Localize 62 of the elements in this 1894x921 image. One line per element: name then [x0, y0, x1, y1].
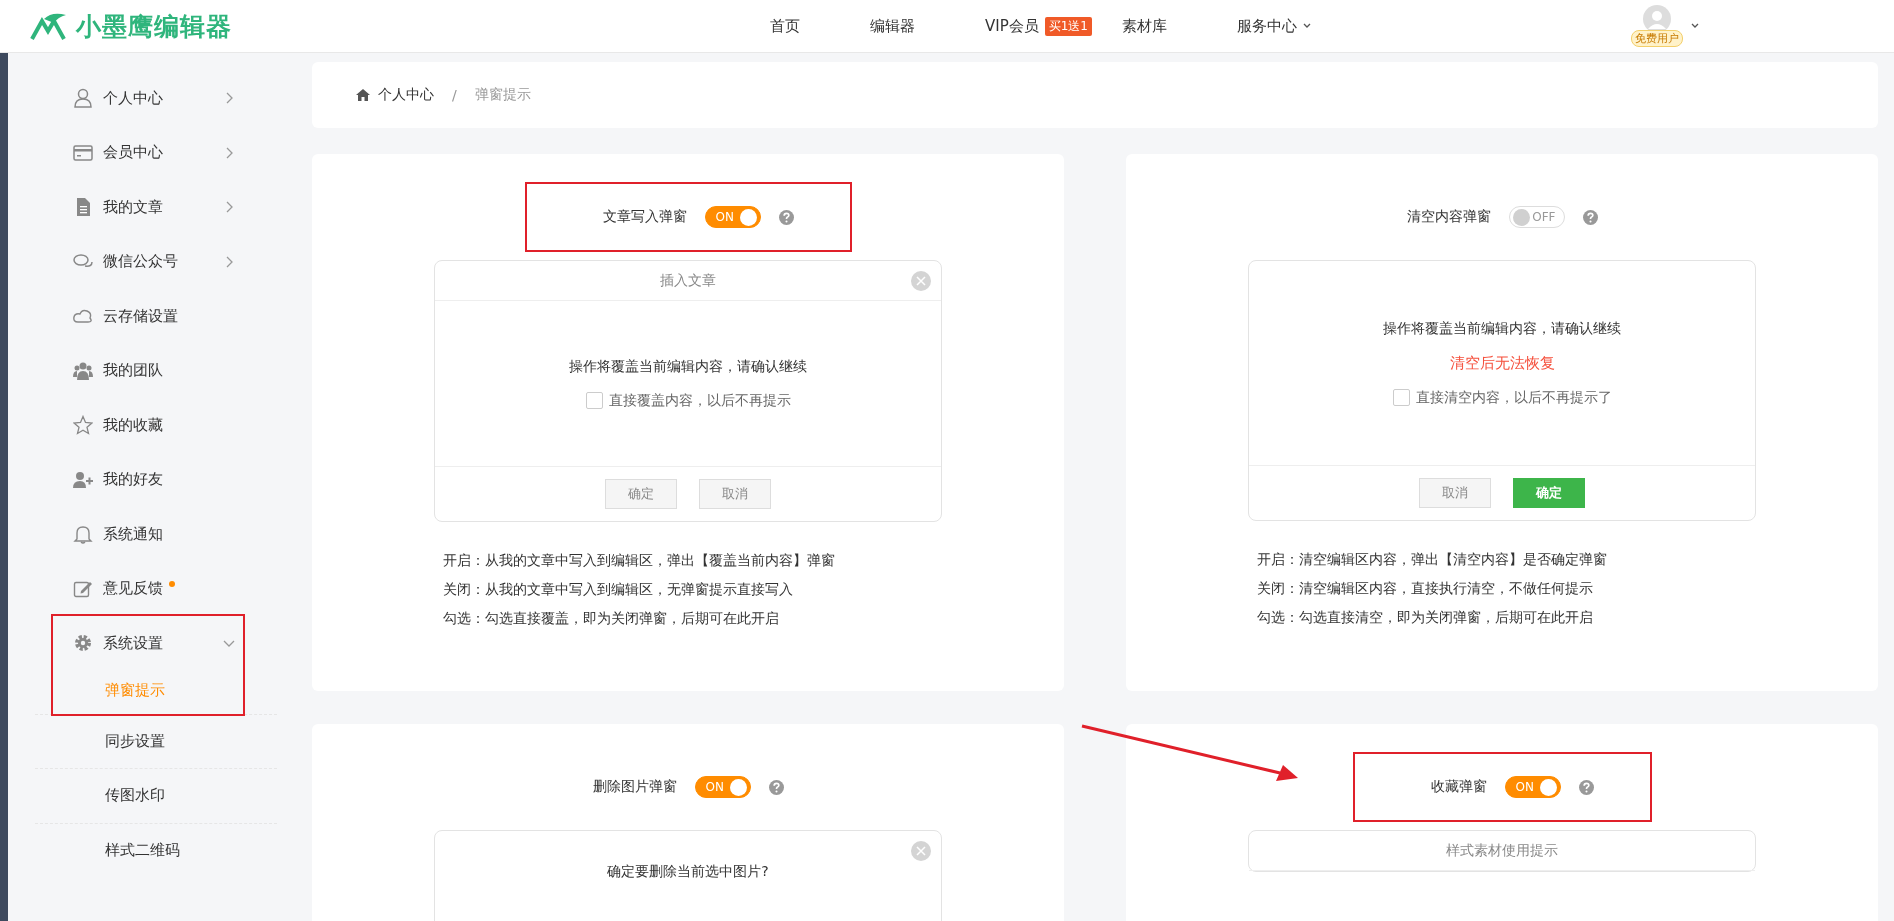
dialog-button[interactable]: 取消	[699, 479, 771, 509]
caret-icon[interactable]	[1303, 23, 1311, 29]
note-text: 关闭：清空编辑区内容，直接执行清空，不做任何提示	[1257, 580, 1594, 598]
help-icon[interactable]	[778, 209, 794, 225]
promo-badge: 买1送1	[1044, 16, 1092, 36]
dialog-message: 确定要删除当前选中图片?	[607, 863, 769, 881]
dialog-button[interactable]: 取消	[1419, 478, 1491, 508]
team-icon	[73, 360, 93, 381]
sidebar-item[interactable]: 我的文章	[103, 197, 163, 217]
card-icon	[73, 142, 93, 163]
help-icon[interactable]	[768, 779, 784, 795]
nav-link[interactable]: 服务中心	[1237, 16, 1297, 36]
breadcrumb-link[interactable]: 个人中心	[378, 86, 434, 104]
warning-text: 清空后无法恢复	[1449, 353, 1555, 373]
checkbox-label[interactable]: 直接覆盖内容，以后不再提示	[608, 391, 791, 410]
sidebar-subitem[interactable]: 样式二维码	[105, 840, 180, 860]
sidebar-item[interactable]: 意见反馈	[103, 579, 163, 599]
user-icon	[73, 88, 93, 109]
note-text: 开启：从我的文章中写入到编辑区，弹出【覆盖当前内容】弹窗	[443, 552, 836, 570]
checkbox[interactable]	[1392, 389, 1410, 406]
gear-icon	[73, 633, 93, 654]
home-icon[interactable]	[356, 89, 370, 101]
note-text: 勾选：勾选直接覆盖，即为关闭弹窗，后期可在此开启	[443, 610, 780, 628]
checkbox-label[interactable]: 直接清空内容，以后不再提示了	[1415, 388, 1612, 407]
addfriend-icon	[73, 469, 93, 490]
setting-label: 文章写入弹窗	[602, 208, 687, 226]
dialog-message: 操作将覆盖当前编辑内容，请确认继续	[569, 357, 807, 376]
nav-link[interactable]: 素材库	[1122, 16, 1167, 36]
sidebar-item[interactable]: 会员中心	[103, 143, 163, 163]
note-text: 关闭：从我的文章中写入到编辑区，无弹窗提示直接写入	[443, 581, 794, 599]
close-icon[interactable]	[911, 271, 931, 291]
caret-icon[interactable]	[1691, 23, 1699, 29]
nav-link[interactable]: 首页	[770, 16, 800, 36]
dialog-title: 插入文章	[660, 271, 716, 290]
breadcrumb-separator: /	[452, 87, 457, 103]
setting-label: 清空内容弹窗	[1406, 208, 1491, 226]
help-icon[interactable]	[1582, 209, 1598, 225]
star-icon	[73, 415, 93, 436]
note-text: 开启：清空编辑区内容，弹出【清空内容】是否确定弹窗	[1257, 551, 1608, 569]
sidebar-item[interactable]: 我的收藏	[103, 415, 163, 435]
setting-label: 收藏弹窗	[1430, 778, 1487, 796]
user-level-badge: 免费用户	[1631, 30, 1683, 47]
help-icon[interactable]	[1578, 779, 1594, 795]
sidebar-item[interactable]: 系统通知	[103, 524, 163, 544]
sidebar-item[interactable]: 云存储设置	[103, 306, 178, 326]
checkbox[interactable]	[585, 392, 603, 409]
sidebar-subitem[interactable]: 传图水印	[105, 786, 165, 806]
sidebar-item[interactable]: 我的团队	[103, 361, 163, 381]
dialog-message: 操作将覆盖当前编辑内容，请确认继续	[1383, 319, 1621, 338]
close-icon[interactable]	[911, 841, 931, 861]
dialog-title: 样式素材使用提示	[1446, 841, 1558, 860]
sidebar-item[interactable]: 我的好友	[103, 470, 163, 490]
note-text: 勾选：勾选直接清空，即为关闭弹窗，后期可在此开启	[1257, 609, 1594, 627]
bell-icon	[73, 524, 93, 545]
sidebar-item[interactable]: 微信公众号	[103, 252, 178, 272]
nav-link[interactable]: 编辑器	[870, 16, 915, 36]
logo-text: 小墨鹰编辑器	[76, 10, 232, 43]
sidebar-item[interactable]: 个人中心	[103, 88, 163, 108]
setting-label: 删除图片弹窗	[592, 778, 677, 796]
nav-link[interactable]: VIP会员	[985, 16, 1039, 36]
sidebar-item[interactable]: 系统设置	[103, 633, 163, 653]
sidebar-subitem[interactable]: 同步设置	[105, 731, 165, 751]
